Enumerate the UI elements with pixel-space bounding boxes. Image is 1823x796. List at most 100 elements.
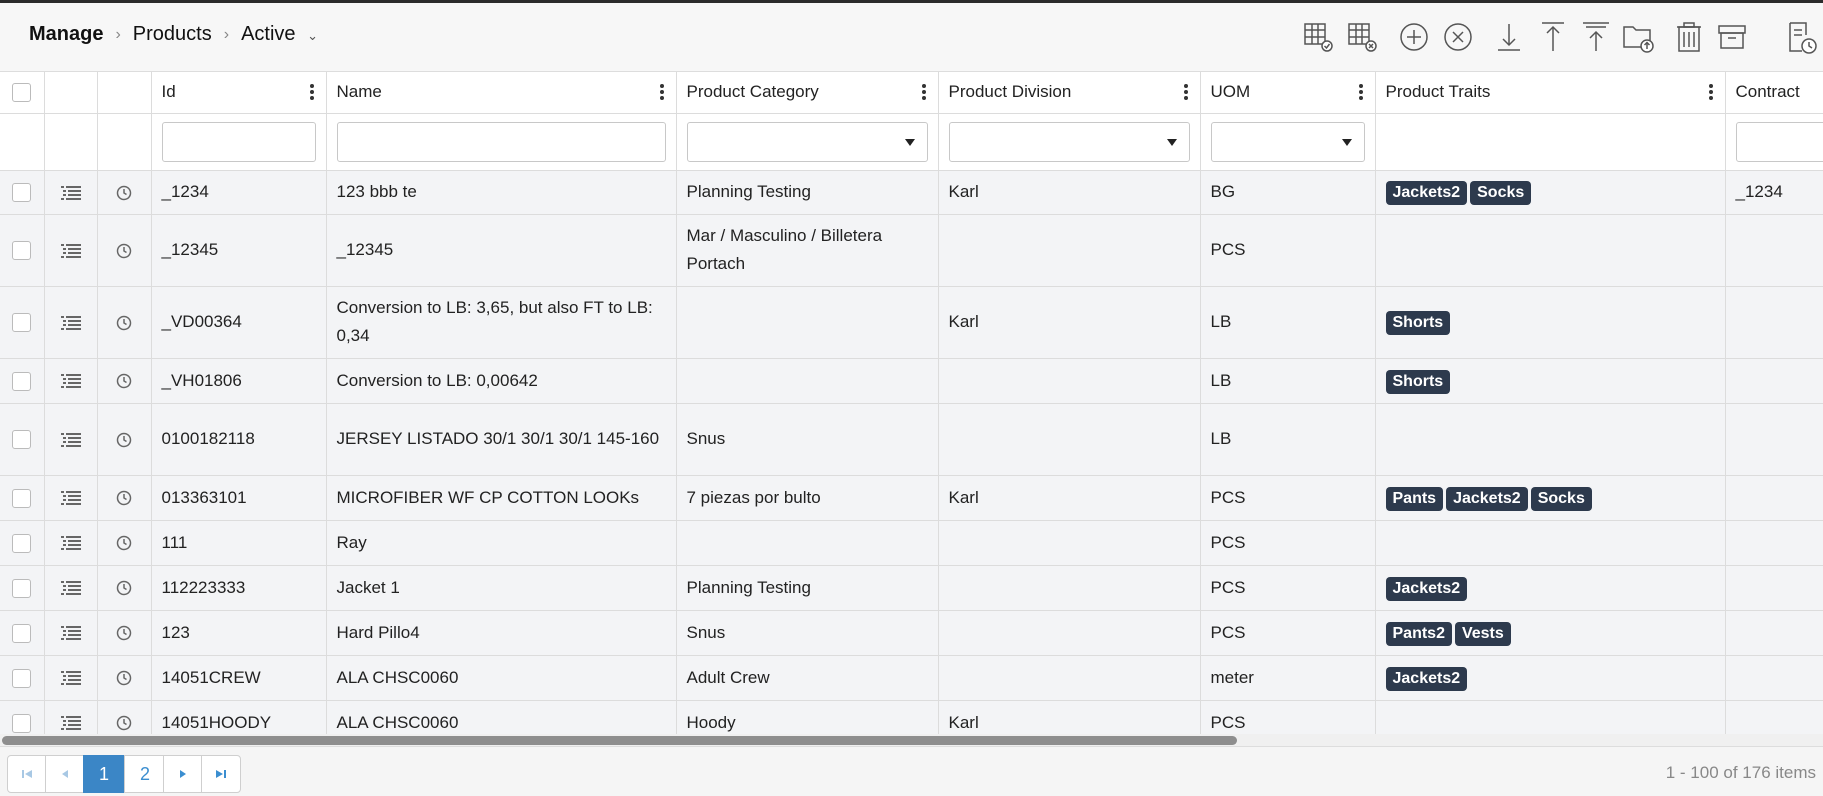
download-icon[interactable] bbox=[1491, 19, 1527, 59]
page-button[interactable]: 2 bbox=[124, 755, 166, 793]
clock-history-icon[interactable] bbox=[116, 533, 132, 552]
upload-top-icon[interactable] bbox=[1578, 19, 1614, 59]
cell-uom: BG bbox=[1200, 170, 1376, 215]
header-category[interactable]: Product Category bbox=[676, 72, 939, 114]
list-details-icon[interactable] bbox=[60, 240, 81, 259]
last-page-button[interactable] bbox=[201, 755, 241, 793]
header-traits[interactable]: Product Traits bbox=[1375, 72, 1726, 114]
prev-page-button[interactable] bbox=[45, 755, 84, 793]
clock-history-icon[interactable] bbox=[116, 713, 132, 732]
list-details-icon[interactable] bbox=[60, 182, 81, 201]
header-division[interactable]: Product Division bbox=[938, 72, 1201, 114]
list-details-icon[interactable] bbox=[60, 488, 81, 507]
cell-uom: LB bbox=[1200, 403, 1376, 476]
select-cell bbox=[0, 214, 45, 287]
row-checkbox[interactable] bbox=[12, 488, 32, 508]
id-filter-input[interactable] bbox=[161, 121, 316, 162]
row-checkbox[interactable] bbox=[12, 313, 32, 333]
table-row[interactable]: 111 Ray PCS bbox=[0, 520, 1823, 566]
select-cell bbox=[0, 286, 45, 359]
list-details-icon[interactable] bbox=[60, 668, 81, 687]
select-all-checkbox[interactable] bbox=[12, 83, 32, 103]
trait-tag: Socks bbox=[1470, 181, 1532, 205]
table-row[interactable]: 14051CREW ALA CHSC0060 Adult Crew meter Jack… bbox=[0, 655, 1823, 701]
list-details-icon[interactable] bbox=[60, 429, 81, 448]
next-page-button[interactable] bbox=[163, 755, 202, 793]
history-cell bbox=[97, 610, 152, 656]
column-menu-icon[interactable] bbox=[659, 84, 664, 102]
name-filter-input[interactable] bbox=[336, 121, 666, 162]
cell-division bbox=[938, 565, 1201, 611]
cell-id: _12345 bbox=[151, 214, 327, 287]
table-row[interactable]: 123 Hard Pillo4 Snus PCS Pants2 Vests bbox=[0, 610, 1823, 656]
column-menu-icon[interactable] bbox=[921, 84, 926, 102]
list-details-icon[interactable] bbox=[60, 713, 81, 732]
table-row[interactable]: _VH01806 Conversion to LB: 0,00642 LB Short… bbox=[0, 358, 1823, 404]
list-details-icon[interactable] bbox=[60, 312, 81, 331]
row-checkbox[interactable] bbox=[12, 371, 32, 391]
history-cell bbox=[97, 403, 152, 476]
list-details-icon[interactable] bbox=[60, 578, 81, 597]
cell-uom: PCS bbox=[1200, 565, 1376, 611]
scrollbar-thumb[interactable] bbox=[2, 736, 1237, 745]
column-menu-icon[interactable] bbox=[1708, 84, 1713, 102]
clock-history-icon[interactable] bbox=[116, 371, 132, 390]
cell-name: _12345 bbox=[326, 214, 677, 287]
cancel-circle-icon[interactable] bbox=[1440, 19, 1476, 59]
row-checkbox[interactable] bbox=[12, 578, 32, 598]
archive-icon[interactable] bbox=[1714, 19, 1750, 59]
row-checkbox[interactable] bbox=[12, 668, 32, 688]
category-filter-select[interactable] bbox=[686, 121, 928, 162]
cell-contract bbox=[1725, 565, 1823, 611]
grid-remove-icon[interactable] bbox=[1345, 19, 1381, 59]
header-id[interactable]: Id bbox=[151, 72, 327, 114]
page-button[interactable]: 1 bbox=[83, 755, 125, 793]
clock-history-icon[interactable] bbox=[116, 668, 132, 687]
folder-upload-icon[interactable] bbox=[1620, 19, 1656, 59]
row-checkbox[interactable] bbox=[12, 623, 32, 643]
table-row[interactable]: _VD00364 Conversion to LB: 3,65, but also… bbox=[0, 286, 1823, 359]
clock-history-icon[interactable] bbox=[116, 578, 132, 597]
row-checkbox[interactable] bbox=[12, 713, 32, 733]
header-uom[interactable]: UOM bbox=[1200, 72, 1376, 114]
table-row[interactable]: 013363101 MICROFIBER WF CP COTTON LOOKs 7 … bbox=[0, 475, 1823, 521]
row-checkbox[interactable] bbox=[12, 241, 32, 261]
row-checkbox[interactable] bbox=[12, 430, 32, 450]
filter-cell bbox=[1375, 113, 1726, 171]
column-menu-icon[interactable] bbox=[1358, 84, 1363, 102]
add-circle-icon[interactable] bbox=[1396, 19, 1432, 59]
clock-history-icon[interactable] bbox=[116, 623, 132, 642]
header-uom-label: UOM bbox=[1210, 82, 1251, 102]
clock-history-icon[interactable] bbox=[116, 240, 132, 259]
header-name[interactable]: Name bbox=[326, 72, 677, 114]
list-details-icon[interactable] bbox=[60, 623, 81, 642]
cell-division: Karl bbox=[938, 475, 1201, 521]
column-menu-icon[interactable] bbox=[1183, 84, 1188, 102]
select-cell bbox=[0, 475, 45, 521]
cell-division: Karl bbox=[938, 170, 1201, 215]
table-row[interactable]: 0100182118 JERSEY LISTADO 30/1 30/1 30/1 … bbox=[0, 403, 1823, 476]
clock-history-icon[interactable] bbox=[116, 429, 132, 448]
upload-icon[interactable] bbox=[1535, 19, 1571, 59]
contract-filter-input[interactable] bbox=[1735, 121, 1823, 162]
grid-check-icon[interactable] bbox=[1301, 19, 1337, 59]
header-contract[interactable]: Contract bbox=[1725, 72, 1823, 114]
trash-icon[interactable] bbox=[1671, 19, 1707, 59]
uom-filter-select[interactable] bbox=[1210, 121, 1365, 162]
report-history-icon[interactable] bbox=[1782, 19, 1818, 59]
table-row[interactable]: 112223333 Jacket 1 Planning Testing PCS Jack… bbox=[0, 565, 1823, 611]
table-row[interactable]: _12345 _12345 Mar / Masculino / Billetera … bbox=[0, 214, 1823, 287]
horizontal-scrollbar[interactable] bbox=[0, 734, 1823, 746]
clock-history-icon[interactable] bbox=[116, 312, 132, 331]
row-checkbox[interactable] bbox=[12, 533, 32, 553]
column-menu-icon[interactable] bbox=[309, 84, 314, 102]
first-page-button[interactable] bbox=[7, 755, 46, 793]
division-filter-select[interactable] bbox=[948, 121, 1190, 162]
table-row[interactable]: _1234 123 bbb te Planning Testing Karl BG Jac… bbox=[0, 170, 1823, 215]
list-details-icon[interactable] bbox=[60, 533, 81, 552]
list-details-icon[interactable] bbox=[60, 371, 81, 390]
row-checkbox[interactable] bbox=[12, 183, 32, 203]
cell-name: Conversion to LB: 0,00642 bbox=[326, 358, 677, 404]
clock-history-icon[interactable] bbox=[116, 182, 132, 201]
clock-history-icon[interactable] bbox=[116, 488, 132, 507]
